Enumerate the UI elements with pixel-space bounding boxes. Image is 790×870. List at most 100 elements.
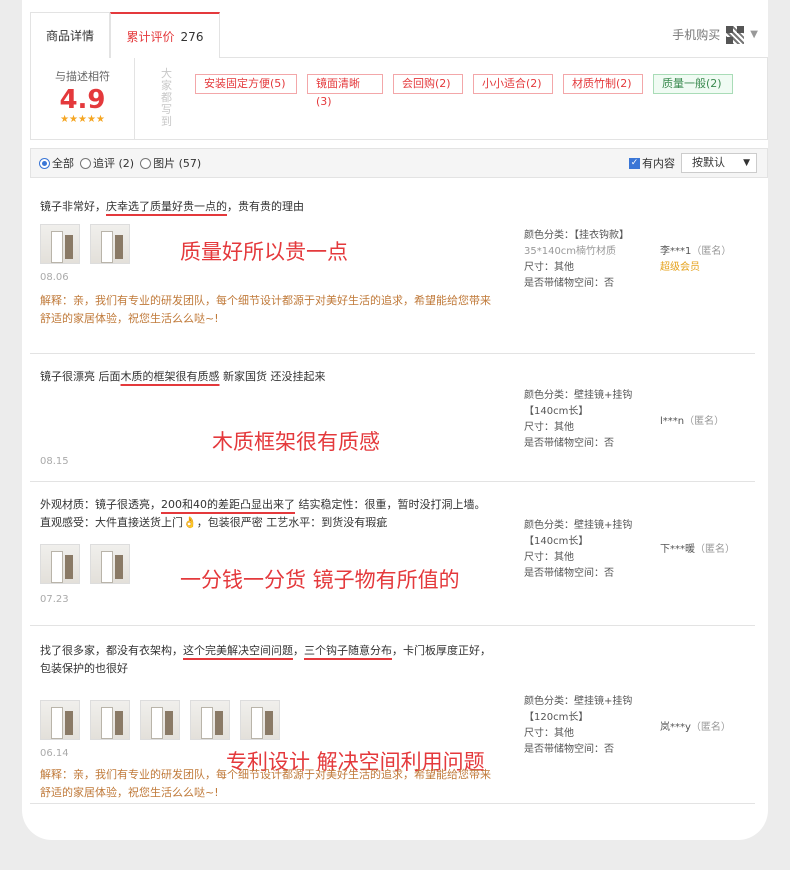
annotation-caption: 一分钱一分货 镜子物有所值的 [180, 568, 460, 592]
has-content-checkbox[interactable]: ✓ 有内容 [629, 155, 675, 171]
seller-reply: 解释：亲，我们有专业的研发团队，每个细节设计都源于对美好生活的追求，希望能给您带… [40, 768, 491, 799]
star-rating: ★★★★★ [60, 114, 105, 125]
impression-tag[interactable]: 小小适合(2) [473, 74, 553, 94]
filter-label: 追评 (2) [93, 157, 135, 170]
purchase-info: 颜色分类：【挂衣钩款】 35*140cm楠竹材质 尺寸：其他 是否带储物空间：否 [524, 228, 654, 292]
review-highlight: 这个完美解决空间问题 [183, 644, 293, 657]
impression-tag[interactable]: 镜面清晰(3) [307, 74, 383, 108]
size-info: 尺寸：其他 [524, 552, 574, 563]
filter-all-radio[interactable]: 全部 [39, 155, 74, 171]
review-photo[interactable] [190, 700, 230, 740]
tab-label: 商品详情 [45, 29, 94, 43]
review-text-part: 外观材质：镜子很透亮， [40, 498, 161, 511]
review-photos [40, 544, 130, 584]
review-filter-bar: 全部 追评 (2) 图片 (57) ✓ 有内容 按默认 ▼ [30, 148, 768, 178]
score-label: 与描述相符 [55, 70, 110, 83]
filter-right: ✓ 有内容 按默认 ▼ [629, 153, 757, 173]
radio-icon [140, 157, 152, 169]
review-highlight: 三个钩子随意分布 [304, 644, 392, 657]
storage-info: 是否带储物空间：否 [524, 568, 614, 579]
review-text-part: ，卡门板厚度正好， [392, 644, 491, 657]
radio-icon [80, 157, 91, 169]
review-text-part: 镜子很漂亮 后面 [40, 370, 121, 383]
review-text-part: ，贵有贵的理由 [227, 200, 304, 213]
review-photo[interactable] [40, 224, 80, 264]
impression-tag-negative[interactable]: 质量一般(2) [653, 74, 733, 94]
review-date: 08.15 [40, 456, 69, 467]
review-highlight: 木质的框架很有质感 [120, 370, 220, 383]
review-photos [40, 700, 280, 740]
color-label: 颜色分类：壁挂镜+挂钩 [524, 696, 633, 707]
sort-select[interactable]: 按默认 ▼ [681, 153, 757, 173]
review-card: 商品详情 累计评价 276 手机购买 ▼ 与描述相符 4.9 ★★★★★ 大家都写… [22, 0, 768, 840]
review-item: 镜子非常好，庆幸选了质量好贵一点的，贵有贵的理由 质量好所以贵一点 08.06 … [30, 184, 755, 354]
color-value: 【140cm长】 [524, 406, 589, 417]
review-item: 外观材质：镜子很透亮，200和40的差距凸显出来了 结实稳定性：很重，暂时没打洞… [30, 482, 755, 626]
filter-label: 图片 (57) [153, 157, 202, 170]
tab-label: 累计评价 [126, 30, 175, 44]
filter-pics-radio[interactable]: 图片 (57) [140, 155, 201, 171]
seller-reply: 解释：亲，我们有专业的研发团队，每个细节设计都源于对美好生活的追求，希望能给您带… [40, 294, 491, 325]
review-text: 镜子非常好，庆幸选了质量好贵一点的，贵有贵的理由 [40, 198, 510, 216]
impression-tag[interactable]: 材质竹制(2) [563, 74, 643, 94]
review-item: 镜子很漂亮 后面木质的框架很有质感 新家国货 还没挂起来 木质框架很有质感 08… [30, 354, 755, 482]
impression-tag[interactable]: 会回购(2) [393, 74, 463, 94]
anon-tag: （匿名） [690, 722, 731, 733]
review-date: 08.06 [40, 272, 69, 283]
review-photo[interactable] [40, 700, 80, 740]
reviewer: 岚***y（匿名） [660, 720, 731, 736]
review-text-part: 镜子非常好， [40, 200, 106, 213]
size-info: 尺寸：其他 [524, 728, 574, 739]
tab-product-detail[interactable]: 商品详情 [30, 12, 110, 58]
size-info: 尺寸：其他 [524, 422, 574, 433]
review-text-line: 包装保护的也很好 [40, 662, 128, 675]
filter-followup-radio[interactable]: 追评 (2) [80, 155, 134, 171]
mobile-buy-label: 手机购买 [672, 28, 721, 42]
review-highlight: 200和40的差距凸显出来了 [161, 498, 295, 511]
review-text-part: 新家国货 还没挂起来 [219, 370, 326, 383]
color-label: 颜色分类：壁挂镜+挂钩 [524, 390, 633, 401]
review-photos [40, 224, 130, 264]
review-photo[interactable] [140, 700, 180, 740]
storage-info: 是否带储物空间：否 [524, 438, 614, 449]
radio-icon [39, 157, 50, 169]
score-box: 与描述相符 4.9 ★★★★★ [31, 58, 135, 140]
reviewer: 李***1（匿名） 超级会员 [660, 244, 731, 276]
review-text: 镜子很漂亮 后面木质的框架很有质感 新家国货 还没挂起来 [40, 368, 510, 386]
annotation-caption: 木质框架很有质感 [212, 430, 380, 454]
review-highlight: 庆幸选了质量好贵一点的 [106, 200, 227, 213]
review-photo[interactable] [240, 700, 280, 740]
color-label: 颜色分类：【挂衣钩款】 [524, 230, 629, 241]
review-photo[interactable] [90, 544, 130, 584]
review-count: 276 [180, 30, 204, 44]
reviewer: l***n（匿名） [660, 414, 724, 430]
chevron-down-icon: ▼ [750, 29, 758, 40]
review-photo[interactable] [90, 224, 130, 264]
checkbox-checked-icon: ✓ [629, 157, 640, 169]
color-value: 【120cm长】 [524, 712, 589, 723]
size-info: 尺寸：其他 [524, 262, 574, 273]
reviewer-name: 李***1 [660, 246, 692, 257]
anon-tag: （匿名） [691, 246, 732, 257]
vip-badge: 超级会员 [660, 262, 700, 273]
tab-reviews[interactable]: 累计评价 276 [110, 12, 220, 59]
impression-label: 大家都写到 [161, 67, 172, 128]
purchase-info: 颜色分类：壁挂镜+挂钩 【120cm长】 尺寸：其他 是否带储物空间：否 [524, 694, 654, 758]
mobile-buy-button[interactable]: 手机购买 ▼ [672, 22, 758, 48]
anon-tag: （匿名） [695, 544, 735, 555]
has-content-label: 有内容 [642, 157, 675, 170]
impression-tags: 安装固定方便(5) 镜面清晰(3) 会回购(2) 小小适合(2) 材质竹制(2)… [195, 74, 755, 108]
reviewer-name: l***n [660, 416, 685, 427]
review-photo[interactable] [90, 700, 130, 740]
review-photo[interactable] [40, 544, 80, 584]
sort-value: 按默认 [692, 156, 725, 169]
qr-code-icon [726, 26, 745, 44]
review-text-part: 结实稳定性：很重，暂时没打洞上墙。 [295, 498, 486, 511]
impression-tag[interactable]: 安装固定方便(5) [195, 74, 297, 94]
storage-info: 是否带储物空间：否 [524, 278, 614, 289]
anon-tag: （匿名） [684, 416, 725, 427]
reviewer-name: 下***暖 [660, 544, 695, 555]
tab-bar: 商品详情 累计评价 276 手机购买 ▼ [30, 12, 768, 59]
review-text: 找了很多家，都没有衣架构，这个完美解决空间问题，三个钩子随意分布，卡门板厚度正好… [40, 642, 510, 678]
color-value: 【140cm长】 [524, 536, 589, 547]
